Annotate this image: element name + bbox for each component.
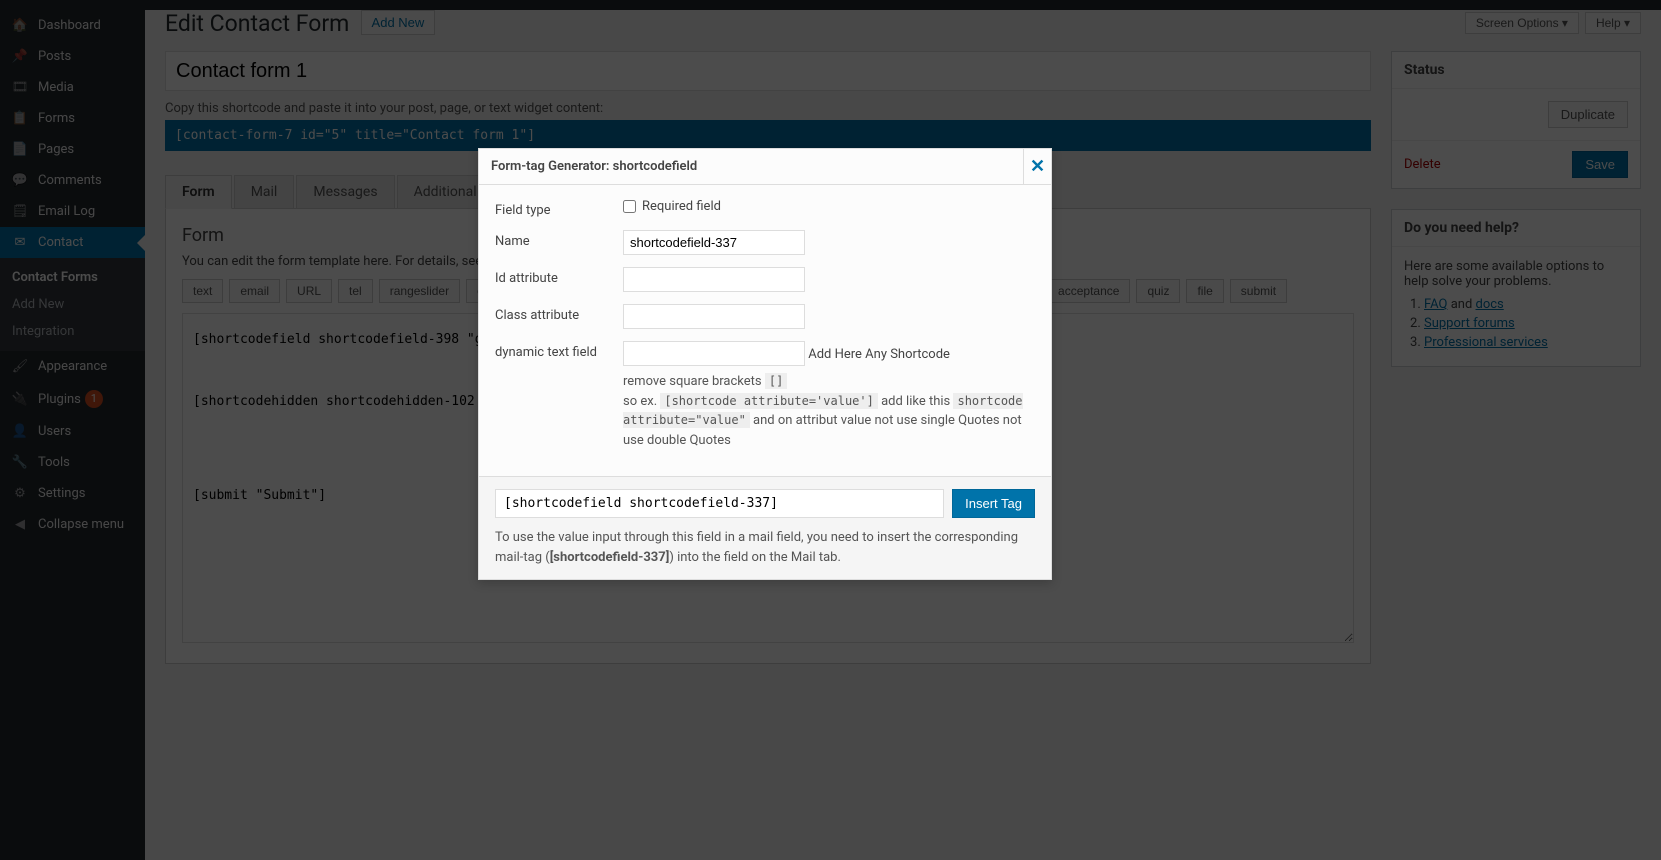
name-label: Name: [495, 230, 623, 249]
insert-tag-button[interactable]: Insert Tag: [952, 489, 1035, 518]
field-type-label: Field type: [495, 199, 623, 218]
dynamic-text-hint: Add Here Any Shortcode: [808, 347, 950, 362]
modal-title: Form-tag Generator: shortcodefield: [479, 151, 709, 182]
dynamic-text-note: remove square brackets [] so ex. [shortc…: [623, 372, 1035, 450]
dynamic-text-input[interactable]: [623, 341, 805, 366]
modal-close-button[interactable]: ✕: [1023, 149, 1051, 184]
required-checkbox[interactable]: [623, 200, 636, 213]
class-attribute-label: Class attribute: [495, 304, 623, 323]
dynamic-text-label: dynamic text field: [495, 341, 623, 360]
id-attribute-label: Id attribute: [495, 267, 623, 286]
mail-tag-note: To use the value input through this fiel…: [495, 528, 1035, 567]
required-field-label[interactable]: Required field: [623, 199, 721, 214]
close-icon: ✕: [1030, 156, 1045, 177]
class-attribute-input[interactable]: [623, 304, 805, 329]
generated-tag-output[interactable]: [495, 489, 944, 518]
form-tag-generator-modal: Form-tag Generator: shortcodefield ✕ Fie…: [478, 148, 1052, 580]
name-input[interactable]: [623, 230, 805, 255]
id-attribute-input[interactable]: [623, 267, 805, 292]
